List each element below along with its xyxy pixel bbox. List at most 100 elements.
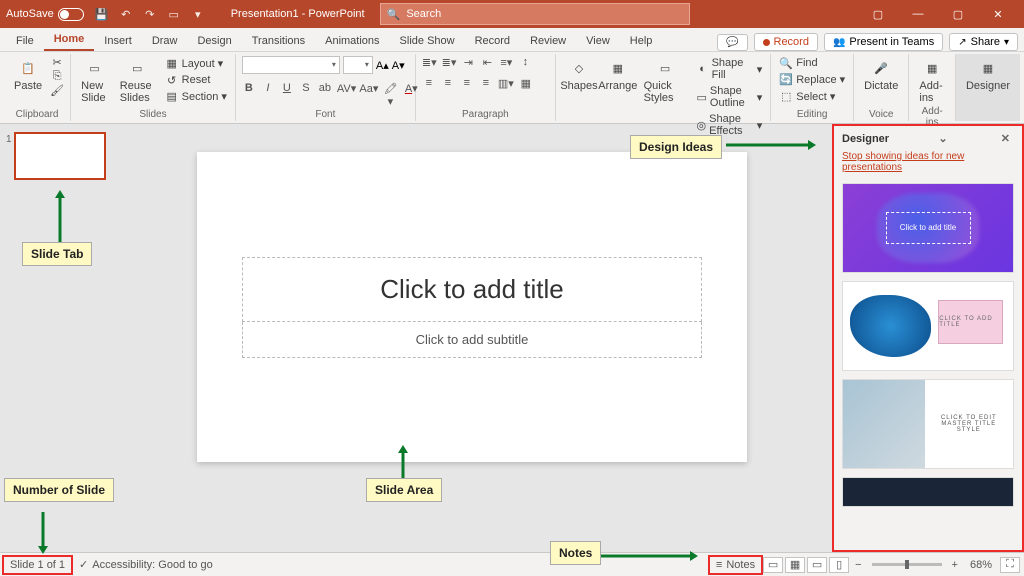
tab-review[interactable]: Review — [520, 31, 576, 51]
shape-fill-button[interactable]: ◐Shape Fill ▾ — [695, 56, 765, 82]
slide[interactable]: Click to add title Click to add subtitle — [197, 152, 747, 462]
title-placeholder[interactable]: Click to add title — [242, 257, 702, 322]
design-idea-2[interactable]: CLICK TO ADD TITLE — [842, 281, 1014, 371]
present-teams-button[interactable]: 👥 Present in Teams — [824, 33, 943, 51]
smartart-button[interactable]: ▦ — [519, 77, 533, 90]
select-icon: ⬚ — [779, 91, 793, 103]
increase-font-icon[interactable]: A▴ — [376, 59, 389, 72]
justify-button[interactable]: ≡ — [479, 77, 493, 90]
line-spacing-button[interactable]: ≡▾ — [499, 56, 513, 69]
annotation-notes: Notes — [550, 541, 601, 565]
start-slideshow-icon[interactable]: ▭ — [166, 6, 182, 22]
tab-home[interactable]: Home — [44, 29, 95, 51]
indent-left-button[interactable]: ⇤ — [480, 56, 494, 69]
chevron-down-icon[interactable]: ⌄ — [934, 132, 951, 145]
text-direction-button[interactable]: ↕ — [518, 56, 532, 69]
decrease-font-icon[interactable]: A▾ — [392, 59, 405, 72]
ribbon-options-icon[interactable]: ▢ — [858, 0, 898, 28]
normal-view-icon[interactable]: ▭ — [763, 557, 783, 573]
slideshow-view-icon[interactable]: ▯ — [829, 557, 849, 573]
slide-thumbnail-1[interactable]: 1 — [14, 132, 106, 180]
close-pane-icon[interactable]: ✕ — [997, 132, 1014, 145]
presentation-title: Presentation1 - PowerPoint — [231, 8, 365, 20]
search-placeholder: Search — [406, 8, 441, 20]
redo-icon[interactable]: ↷ — [142, 6, 158, 22]
italic-button[interactable]: I — [261, 82, 275, 108]
copy-icon[interactable]: ⎘ — [50, 70, 64, 82]
highlight-button[interactable]: 🖍▾ — [382, 82, 400, 108]
zoom-slider[interactable] — [872, 563, 942, 566]
tab-insert[interactable]: Insert — [94, 31, 142, 51]
close-icon[interactable]: ✕ — [978, 0, 1018, 28]
sorter-view-icon[interactable]: ▦ — [785, 557, 805, 573]
tab-file[interactable]: File — [6, 31, 44, 51]
tab-slideshow[interactable]: Slide Show — [390, 31, 465, 51]
font-family-combo[interactable] — [242, 56, 340, 74]
addins-icon: ▦ — [922, 58, 942, 78]
record-button[interactable]: Record — [754, 33, 818, 51]
minimize-icon[interactable]: — — [898, 0, 938, 28]
tab-record[interactable]: Record — [465, 31, 520, 51]
align-center-button[interactable]: ≡ — [441, 77, 455, 90]
status-bar: Slide 1 of 1 ✓ Accessibility: Good to go… — [0, 552, 1024, 576]
comments-button[interactable]: 💬 — [717, 34, 747, 51]
reset-button[interactable]: ↺Reset — [163, 73, 229, 87]
notes-button[interactable]: ≡ Notes — [710, 557, 761, 573]
align-left-button[interactable]: ≡ — [422, 77, 436, 90]
arrange-button[interactable]: ▦Arrange — [600, 56, 636, 94]
dictate-button[interactable]: 🎤Dictate — [860, 56, 902, 94]
char-spacing-button[interactable]: AV▾ — [337, 82, 355, 108]
qat-dropdown-icon[interactable]: ▾ — [190, 6, 206, 22]
find-button[interactable]: 🔍Find — [777, 56, 847, 70]
tab-help[interactable]: Help — [620, 31, 663, 51]
shadow-button[interactable]: ab — [318, 82, 332, 108]
autosave-toggle[interactable]: AutoSave — [6, 8, 84, 21]
design-idea-4[interactable] — [842, 477, 1014, 507]
paste-button[interactable]: 📋 Paste — [10, 56, 46, 94]
replace-button[interactable]: 🔄Replace ▾ — [777, 72, 847, 87]
quick-styles-button[interactable]: ▭Quick Styles — [640, 56, 691, 106]
save-icon[interactable]: 💾 — [94, 6, 110, 22]
design-idea-3[interactable]: CLICK TO EDIT MASTER TITLE STYLE — [842, 379, 1014, 469]
bullets-button[interactable]: ≣▾ — [422, 56, 437, 69]
subtitle-placeholder[interactable]: Click to add subtitle — [242, 322, 702, 358]
tab-design[interactable]: Design — [187, 31, 241, 51]
slide-counter[interactable]: Slide 1 of 1 — [4, 557, 71, 573]
strikethrough-button[interactable]: S — [299, 82, 313, 108]
undo-icon[interactable]: ↶ — [118, 6, 134, 22]
zoom-level[interactable]: 68% — [964, 559, 998, 571]
align-right-button[interactable]: ≡ — [460, 77, 474, 90]
bold-button[interactable]: B — [242, 82, 256, 108]
tab-view[interactable]: View — [576, 31, 620, 51]
section-button[interactable]: ▤Section ▾ — [163, 89, 229, 104]
change-case-button[interactable]: Aa▾ — [359, 82, 376, 108]
font-size-combo[interactable] — [343, 56, 373, 74]
designer-title: Designer — [842, 133, 889, 145]
arrow-icon — [55, 190, 65, 245]
tab-draw[interactable]: Draw — [142, 31, 188, 51]
new-slide-button[interactable]: ▭ New Slide — [77, 56, 112, 106]
search-box[interactable]: 🔍 Search — [380, 3, 690, 25]
underline-button[interactable]: U — [280, 82, 294, 108]
reading-view-icon[interactable]: ▭ — [807, 557, 827, 573]
addins-button[interactable]: ▦Add-ins — [915, 56, 949, 106]
reuse-slides-button[interactable]: ▭ Reuse Slides — [116, 56, 159, 106]
designer-button[interactable]: ▦Designer — [962, 56, 1014, 94]
layout-button[interactable]: ▦Layout ▾ — [163, 56, 229, 71]
tab-animations[interactable]: Animations — [315, 31, 389, 51]
shapes-button[interactable]: ◇Shapes — [562, 56, 596, 94]
tab-transitions[interactable]: Transitions — [242, 31, 315, 51]
numbering-button[interactable]: ≣▾ — [442, 56, 457, 69]
shape-outline-button[interactable]: ▭Shape Outline ▾ — [695, 84, 765, 110]
fit-window-icon[interactable]: ⛶ — [1000, 557, 1020, 573]
maximize-icon[interactable]: ▢ — [938, 0, 978, 28]
indent-right-button[interactable]: ⇥ — [461, 56, 475, 69]
select-button[interactable]: ⬚Select ▾ — [777, 89, 847, 104]
accessibility-status[interactable]: ✓ Accessibility: Good to go — [71, 558, 221, 571]
designer-stop-link[interactable]: Stop showing ideas for new presentations — [834, 151, 1022, 179]
cut-icon[interactable]: ✂ — [50, 56, 64, 68]
share-button[interactable]: ↗ Share ▾ — [949, 33, 1018, 51]
design-idea-1[interactable]: Click to add title — [842, 183, 1014, 273]
columns-button[interactable]: ▥▾ — [498, 77, 514, 90]
format-painter-icon[interactable]: 🖌 — [50, 84, 64, 96]
